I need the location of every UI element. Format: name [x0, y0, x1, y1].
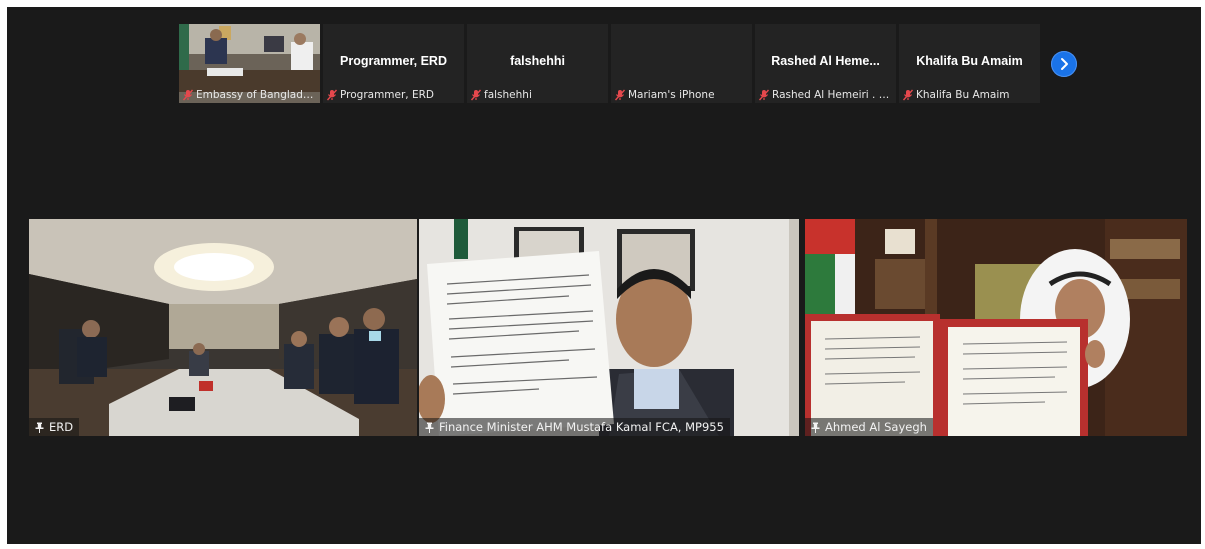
- tile-label: Programmer, ERD: [323, 87, 437, 103]
- tile-label: Mariam's iPhone: [611, 87, 718, 103]
- video-tile-ahmed-al-sayegh[interactable]: Ahmed Al Sayegh: [805, 219, 1187, 436]
- mic-muted-icon: [326, 89, 338, 101]
- tile-label: Rashed Al Hemeiri . U...: [755, 87, 896, 103]
- mic-muted-icon: [614, 89, 626, 101]
- pin-icon: [811, 422, 820, 433]
- mic-muted-icon: [902, 89, 914, 101]
- participant-tile-khalifa[interactable]: Khalifa Bu Amaim Khalifa Bu Amaim: [899, 24, 1040, 103]
- pin-icon: [35, 422, 44, 433]
- mic-muted-icon: [182, 89, 194, 101]
- participant-tile-programmer-erd[interactable]: Programmer, ERD Programmer, ERD: [323, 24, 464, 103]
- tile-label: Khalifa Bu Amaim: [899, 87, 1012, 103]
- tile-label: Ahmed Al Sayegh: [805, 418, 933, 436]
- mic-muted-icon: [758, 89, 770, 101]
- pin-icon: [425, 422, 434, 433]
- meeting-stage: Embassy of Banglade... Programmer, ERD P…: [7, 7, 1201, 544]
- chevron-right-icon: [1061, 58, 1068, 70]
- participant-tile-rashed[interactable]: Rashed Al Heme... Rashed Al Hemeiri . U.…: [755, 24, 896, 103]
- conference-room-video: [29, 219, 417, 436]
- tile-label: Embassy of Banglade...: [179, 87, 320, 103]
- tile-label: Finance Minister AHM Mustafa Kamal FCA, …: [419, 418, 730, 436]
- ahmed-al-sayegh-video: [805, 219, 1187, 436]
- participant-tile-embassy[interactable]: Embassy of Banglade...: [179, 24, 320, 103]
- participant-tile-falshehhi[interactable]: falshehhi falshehhi: [467, 24, 608, 103]
- video-tile-finance-minister[interactable]: Finance Minister AHM Mustafa Kamal FCA, …: [419, 219, 799, 436]
- finance-minister-video: [419, 219, 799, 436]
- next-participants-button[interactable]: [1051, 51, 1077, 77]
- participant-name: Rashed Al Heme...: [771, 54, 880, 68]
- tile-label: ERD: [29, 418, 80, 436]
- participant-name: Programmer, ERD: [340, 54, 447, 68]
- video-tile-erd[interactable]: ERD: [29, 219, 417, 436]
- tile-label: falshehhi: [467, 87, 535, 103]
- mic-muted-icon: [470, 89, 482, 101]
- participant-tile-mariams-iphone[interactable]: Mariam's iPhone: [611, 24, 752, 103]
- participant-name: falshehhi: [510, 54, 565, 68]
- participant-name: Khalifa Bu Amaim: [916, 54, 1023, 68]
